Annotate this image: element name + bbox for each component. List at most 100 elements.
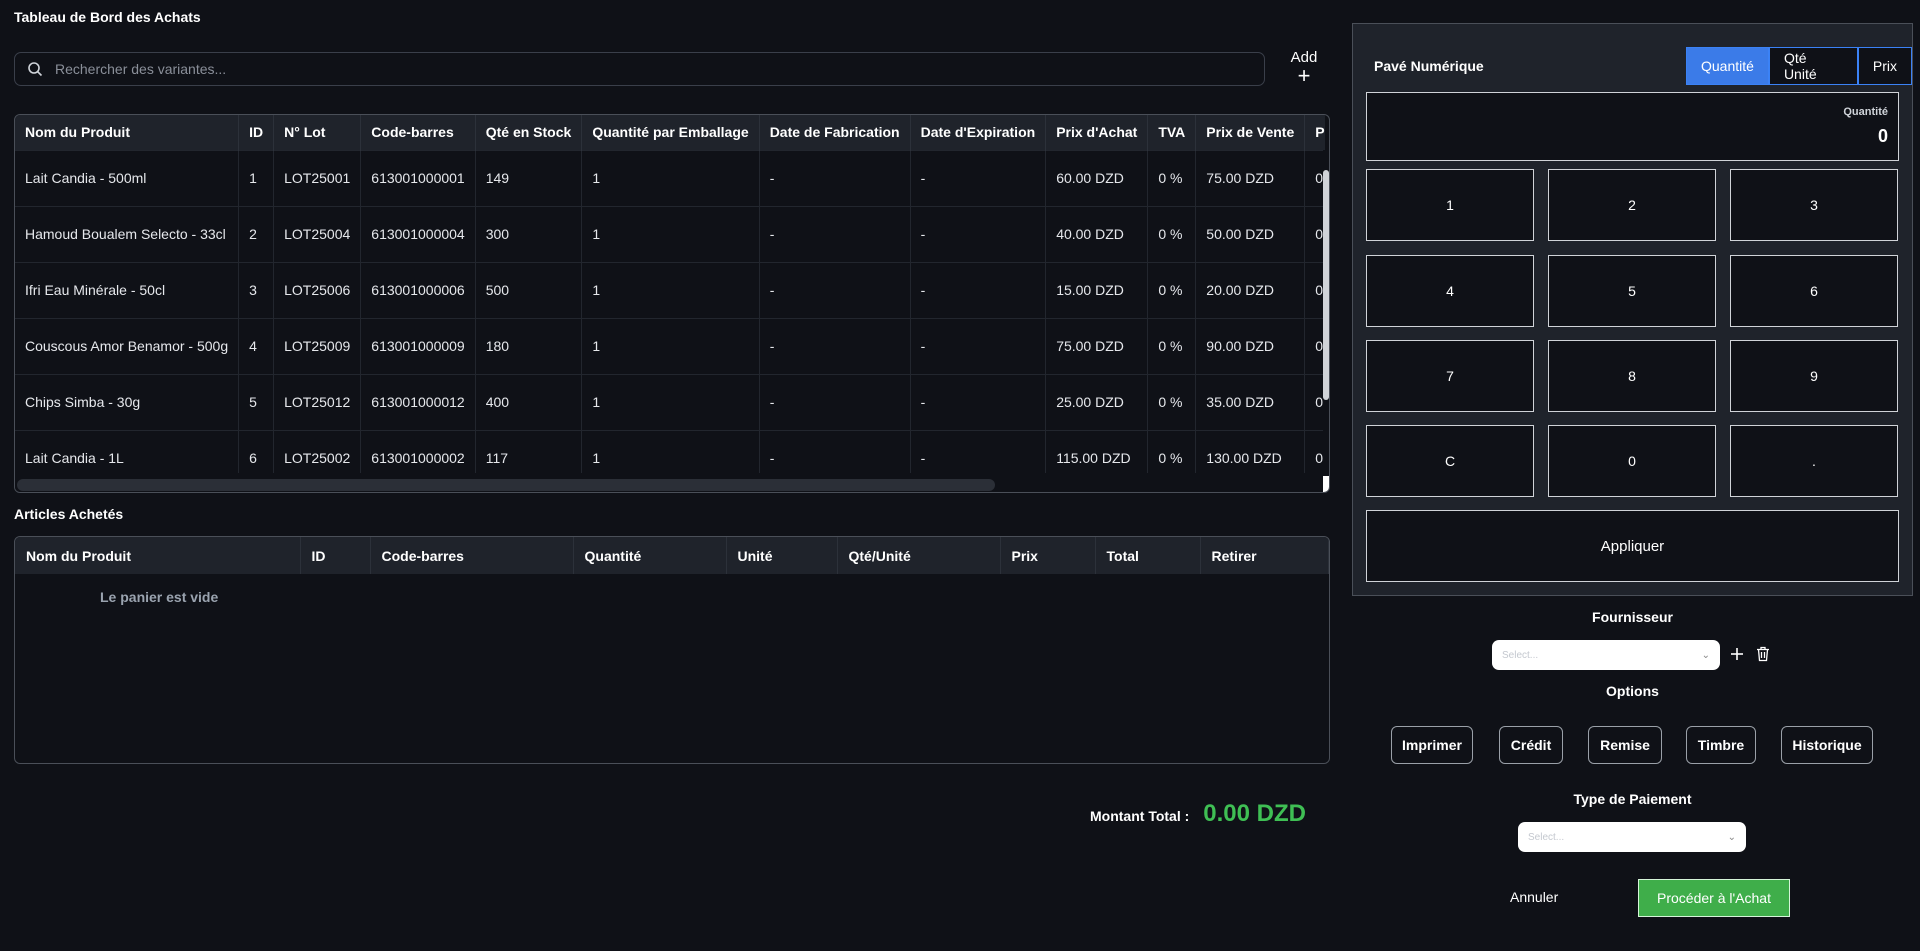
discount-button[interactable]: Remise	[1588, 726, 1662, 764]
vertical-scrollbar[interactable]	[1323, 150, 1329, 488]
print-button[interactable]: Imprimer	[1391, 726, 1473, 764]
add-variant-button[interactable]: Add +	[1280, 50, 1328, 87]
table-cell: 90.00 DZD	[1195, 317, 1306, 374]
cart-table-header: Nom du Produit ID Code-barres Quantité U…	[15, 537, 1329, 574]
table-cell: 20.00 DZD	[1195, 261, 1306, 318]
table-row[interactable]: Lait Candia - 500ml 1 LOT25001 613001000001…	[15, 149, 1325, 206]
key-3[interactable]: 3	[1730, 169, 1898, 241]
total-value: 0.00 DZD	[1203, 800, 1306, 827]
table-cell: 1	[581, 373, 760, 430]
table-cell: -	[910, 205, 1047, 262]
keypad-mode-tabs: Quantité Qté Unité Prix	[1686, 47, 1912, 85]
table-cell: LOT25006	[273, 261, 362, 318]
column-header: Total	[1095, 537, 1201, 574]
table-row[interactable]: Couscous Amor Benamor - 500g 4 LOT25009 613…	[15, 317, 1325, 374]
table-cell: 60.00 DZD	[1045, 149, 1149, 206]
delete-supplier-button[interactable]	[1752, 643, 1774, 665]
table-cell: -	[910, 373, 1047, 430]
key-9[interactable]: 9	[1730, 340, 1898, 412]
key-0[interactable]: 0	[1548, 425, 1716, 497]
column-header: Unité	[726, 537, 838, 574]
table-cell: 3	[238, 261, 275, 318]
table-cell: 1	[581, 205, 760, 262]
page-title: Tableau de Bord des Achats	[14, 9, 201, 25]
column-header[interactable]: Prix de Vente	[1195, 115, 1306, 150]
stock-table-header: Nom du Produit ID N° Lot Code-barres Qté…	[15, 115, 1325, 150]
table-cell: -	[910, 429, 1047, 473]
table-cell: LOT25002	[273, 429, 362, 473]
column-header[interactable]: N° Lot	[273, 115, 362, 150]
table-cell: 613001000009	[360, 317, 476, 374]
table-cell: Hamoud Boualem Selecto - 33cl	[15, 205, 240, 262]
keypad-title: Pavé Numérique	[1374, 58, 1484, 74]
search-icon	[15, 61, 55, 77]
history-button[interactable]: Historique	[1781, 726, 1873, 764]
proceed-purchase-button[interactable]: Procéder à l'Achat	[1638, 879, 1790, 917]
column-header[interactable]: Code-barres	[360, 115, 476, 150]
table-cell: 2	[238, 205, 275, 262]
payment-type-select[interactable]: Select... ⌄	[1518, 822, 1746, 852]
column-header[interactable]: Quantité par Emballage	[581, 115, 760, 150]
column-header[interactable]: Nom du Produit	[15, 115, 240, 150]
key-8[interactable]: 8	[1548, 340, 1716, 412]
column-header[interactable]: TVA	[1147, 115, 1197, 150]
column-header: Code-barres	[370, 537, 574, 574]
add-supplier-button[interactable]	[1726, 643, 1748, 665]
table-cell: 0 %	[1147, 149, 1197, 206]
table-cell: LOT25009	[273, 317, 362, 374]
table-cell: Ifri Eau Minérale - 50cl	[15, 261, 240, 318]
search-bar[interactable]	[14, 52, 1265, 86]
table-cell: 0.00	[1304, 317, 1325, 374]
key-5[interactable]: 5	[1548, 255, 1716, 327]
table-cell: 0.00	[1304, 149, 1325, 206]
key-6[interactable]: 6	[1730, 255, 1898, 327]
apply-button[interactable]: Appliquer	[1366, 510, 1899, 582]
table-row[interactable]: Lait Candia - 1L 6 LOT25002 613001000002 117…	[15, 429, 1325, 473]
tab-prix[interactable]: Prix	[1857, 47, 1912, 85]
search-input[interactable]	[55, 61, 1264, 77]
trash-icon	[1757, 646, 1769, 662]
column-header[interactable]: Prix	[1304, 115, 1325, 150]
column-header[interactable]: ID	[238, 115, 275, 150]
table-cell: Lait Candia - 1L	[15, 429, 240, 473]
key-7[interactable]: 7	[1366, 340, 1534, 412]
table-cell: 1	[581, 317, 760, 374]
table-cell: Lait Candia - 500ml	[15, 149, 240, 206]
total-amount: Montant Total : 0.00 DZD	[1090, 800, 1306, 828]
supplier-select[interactable]: Select... ⌄	[1492, 640, 1720, 670]
key-4[interactable]: 4	[1366, 255, 1534, 327]
horizontal-scrollbar[interactable]	[15, 476, 1325, 492]
tab-qte-unite[interactable]: Qté Unité	[1768, 47, 1858, 85]
credit-button[interactable]: Crédit	[1499, 726, 1563, 764]
tab-quantite[interactable]: Quantité	[1686, 47, 1769, 85]
table-cell: 149	[475, 149, 583, 206]
table-cell: 613001000006	[360, 261, 476, 318]
table-cell: 0 %	[1147, 205, 1197, 262]
table-cell: 0 %	[1147, 261, 1197, 318]
key-1[interactable]: 1	[1366, 169, 1534, 241]
table-row[interactable]: Ifri Eau Minérale - 50cl 3 LOT25006 6130010…	[15, 261, 1325, 318]
table-cell: 180	[475, 317, 583, 374]
cart-table: Nom du Produit ID Code-barres Quantité U…	[15, 537, 1329, 574]
table-row[interactable]: Hamoud Boualem Selecto - 33cl 2 LOT25004 61…	[15, 205, 1325, 262]
column-header[interactable]: Date de Fabrication	[759, 115, 911, 150]
key-clear[interactable]: C	[1366, 425, 1534, 497]
cancel-button[interactable]: Annuler	[1510, 889, 1558, 905]
display-caption: Quantité	[1843, 106, 1888, 118]
stamp-button[interactable]: Timbre	[1686, 726, 1756, 764]
table-cell: 4	[238, 317, 275, 374]
table-cell: 5	[238, 373, 275, 430]
column-header[interactable]: Qté en Stock	[475, 115, 583, 150]
key-decimal[interactable]: .	[1730, 425, 1898, 497]
display-value: 0	[1877, 126, 1888, 146]
key-2[interactable]: 2	[1548, 169, 1716, 241]
table-cell: -	[910, 149, 1047, 206]
column-header[interactable]: Date d'Expiration	[910, 115, 1047, 150]
table-cell: 500	[475, 261, 583, 318]
column-header[interactable]: Prix d'Achat	[1045, 115, 1149, 150]
table-cell: LOT25001	[273, 149, 362, 206]
table-cell: 25.00 DZD	[1045, 373, 1149, 430]
table-cell: LOT25012	[273, 373, 362, 430]
table-row[interactable]: Chips Simba - 30g 5 LOT25012 613001000012 40…	[15, 373, 1325, 430]
stock-table-container: Nom du Produit ID N° Lot Code-barres Qté…	[14, 114, 1330, 493]
